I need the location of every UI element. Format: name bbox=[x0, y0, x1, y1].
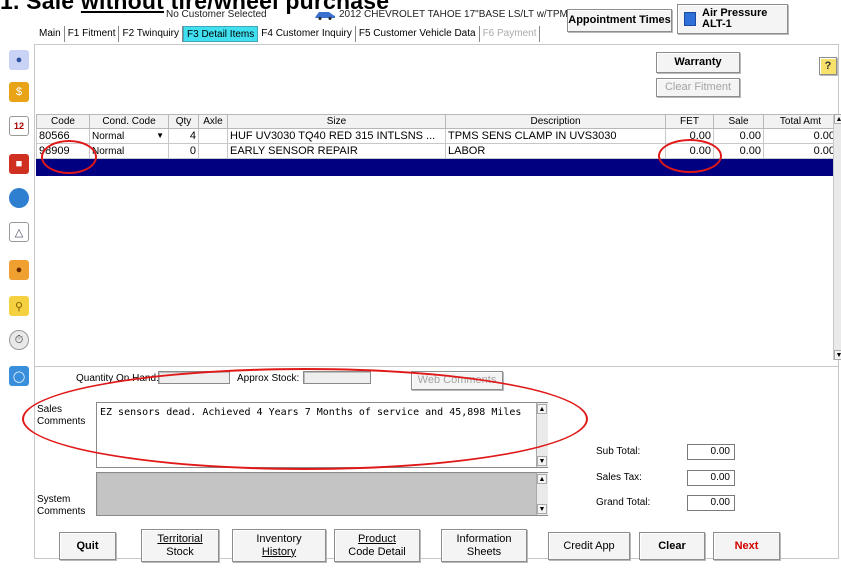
cell-size[interactable]: EARLY SENSOR REPAIR bbox=[227, 143, 446, 159]
tab-main[interactable]: Main bbox=[36, 26, 65, 42]
tab-bar: Main F1 Fitment F2 Twinquiry F3 Detail I… bbox=[36, 26, 541, 42]
clear-button[interactable]: Clear bbox=[639, 532, 705, 560]
cell-description[interactable]: TPMS SENS CLAMP IN UVS3030 bbox=[445, 128, 666, 144]
cell-total[interactable]: 0.00 bbox=[763, 128, 838, 144]
chat-icon[interactable]: ● bbox=[9, 50, 29, 70]
cell-qty[interactable]: 0 bbox=[168, 143, 199, 159]
cell-description[interactable]: LABOR bbox=[445, 143, 666, 159]
approx-stock-label: Approx Stock: bbox=[237, 373, 300, 384]
car-icon bbox=[314, 10, 336, 20]
system-comments-scrollbar[interactable]: ▲ ▼ bbox=[536, 473, 548, 515]
cell-fet[interactable]: 0.00 bbox=[665, 128, 714, 144]
scroll-up-icon[interactable]: ▲ bbox=[537, 404, 547, 414]
scroll-down-icon[interactable]: ▼ bbox=[834, 350, 841, 360]
subtotal-label: Sub Total: bbox=[596, 446, 641, 457]
cell-total[interactable]: 0.00 bbox=[763, 143, 838, 159]
quit-button[interactable]: Quit bbox=[59, 532, 116, 560]
cell-axle[interactable] bbox=[198, 128, 228, 144]
flask-icon[interactable]: △ bbox=[9, 222, 29, 242]
grid-scrollbar[interactable]: ▲ ▼ bbox=[833, 114, 841, 360]
col-sale[interactable]: Sale bbox=[713, 114, 764, 129]
cell-fet[interactable]: 0.00 bbox=[665, 143, 714, 159]
scroll-up-icon[interactable]: ▲ bbox=[834, 114, 841, 124]
col-fet[interactable]: FET bbox=[665, 114, 714, 129]
cell-axle[interactable] bbox=[198, 143, 228, 159]
sales-tax-label: Sales Tax: bbox=[596, 472, 642, 483]
globe-icon[interactable] bbox=[9, 188, 29, 208]
keys-icon[interactable]: ⚲ bbox=[9, 296, 29, 316]
tab-fitment[interactable]: F1 Fitment bbox=[65, 26, 120, 42]
col-code[interactable]: Code bbox=[36, 114, 90, 129]
selected-empty-row[interactable] bbox=[36, 158, 838, 176]
web-comments-button: Web Comments bbox=[411, 371, 503, 390]
grand-total-label: Grand Total: bbox=[596, 497, 651, 508]
sales-tax-value: 0.00 bbox=[687, 470, 735, 486]
col-description[interactable]: Description bbox=[445, 114, 666, 129]
appointment-times-button[interactable]: Appointment Times bbox=[567, 9, 672, 32]
table-header: Code Cond. Code Qty Axle Size Descriptio… bbox=[36, 114, 838, 129]
cell-cond-code[interactable]: Normal bbox=[89, 143, 169, 159]
qoh-label: Quantity On Hand: bbox=[76, 373, 159, 384]
qoh-field bbox=[158, 371, 230, 384]
territorial-stock-button[interactable]: Territorial Stock bbox=[141, 529, 219, 562]
scroll-up-icon[interactable]: ▲ bbox=[537, 474, 547, 484]
tab-payment: F6 Payment bbox=[480, 26, 541, 42]
sheet-icon bbox=[684, 12, 696, 26]
product-code-detail-button[interactable]: Product Code Detail bbox=[334, 529, 420, 562]
subtotal-value: 0.00 bbox=[687, 444, 735, 460]
vehicle-info: 2012 CHEVROLET TAHOE 17"BASE LS/LT w/TPM… bbox=[339, 9, 575, 20]
clear-fitment-button: Clear Fitment bbox=[656, 78, 740, 97]
next-button[interactable]: Next bbox=[713, 532, 780, 560]
scroll-down-icon[interactable]: ▼ bbox=[537, 456, 547, 466]
detail-items-table: Code Cond. Code Qty Axle Size Descriptio… bbox=[36, 114, 838, 176]
sales-comments-label: Sales Comments bbox=[37, 404, 86, 427]
approx-stock-field bbox=[303, 371, 371, 384]
cell-sale[interactable]: 0.00 bbox=[713, 143, 764, 159]
table-row[interactable]: 98909 Normal 0 EARLY SENSOR REPAIR LABOR… bbox=[36, 143, 838, 159]
air-pressure-button[interactable]: Air Pressure ALT-1 bbox=[677, 4, 788, 34]
truck-icon[interactable]: ■ bbox=[9, 154, 29, 174]
col-axle[interactable]: Axle bbox=[198, 114, 228, 129]
cell-size[interactable]: HUF UV3030 TQ40 RED 315 INTLSNS ... bbox=[227, 128, 446, 144]
cell-code[interactable]: 80566 bbox=[36, 128, 90, 144]
col-cond-code[interactable]: Cond. Code bbox=[89, 114, 169, 129]
cell-cond-code[interactable]: Normal ▼ bbox=[89, 128, 169, 144]
tab-customer-inquiry[interactable]: F4 Customer Inquiry bbox=[258, 26, 356, 42]
help-icon[interactable]: ? bbox=[819, 57, 837, 75]
credit-app-button[interactable]: Credit App bbox=[548, 532, 630, 560]
dollar-icon[interactable]: $ bbox=[9, 82, 29, 102]
warranty-button[interactable]: Warranty bbox=[656, 52, 740, 73]
slide-title-emphasis: without bbox=[80, 0, 165, 14]
information-sheets-button[interactable]: Information Sheets bbox=[441, 529, 527, 562]
tab-customer-vehicle-data[interactable]: F5 Customer Vehicle Data bbox=[356, 26, 480, 42]
tab-twinquiry[interactable]: F2 Twinquiry bbox=[119, 26, 183, 42]
scroll-down-icon[interactable]: ▼ bbox=[537, 504, 547, 514]
system-comments-label: System Comments bbox=[37, 494, 86, 517]
stopwatch-icon[interactable]: ⏱ bbox=[9, 330, 29, 350]
table-row[interactable]: 80566 Normal ▼ 4 HUF UV3030 TQ40 RED 315… bbox=[36, 128, 838, 144]
air-pressure-value: ALT-1 bbox=[702, 18, 732, 30]
col-total-amt[interactable]: Total Amt bbox=[763, 114, 838, 129]
system-comments-textarea bbox=[96, 472, 548, 516]
cond-code-value: Normal bbox=[92, 130, 125, 142]
person-icon[interactable]: ● bbox=[9, 260, 29, 280]
tab-detail-items[interactable]: F3 Detail Items bbox=[183, 26, 259, 42]
cell-code[interactable]: 98909 bbox=[36, 143, 90, 159]
customer-status: No Customer Selected bbox=[166, 9, 267, 20]
sales-comments-textarea[interactable]: EZ sensors dead. Achieved 4 Years 7 Mont… bbox=[96, 402, 548, 468]
calendar-icon[interactable]: 12 bbox=[9, 116, 29, 136]
divider bbox=[34, 366, 839, 367]
tire-icon[interactable]: ◯ bbox=[9, 366, 29, 386]
grand-total-value: 0.00 bbox=[687, 495, 735, 511]
cell-qty[interactable]: 4 bbox=[168, 128, 199, 144]
sales-comments-scrollbar[interactable]: ▲ ▼ bbox=[536, 403, 548, 467]
cell-sale[interactable]: 0.00 bbox=[713, 128, 764, 144]
col-size[interactable]: Size bbox=[227, 114, 446, 129]
inventory-history-button[interactable]: Inventory History bbox=[232, 529, 326, 562]
chevron-down-icon[interactable]: ▼ bbox=[156, 131, 164, 140]
col-qty[interactable]: Qty bbox=[168, 114, 199, 129]
